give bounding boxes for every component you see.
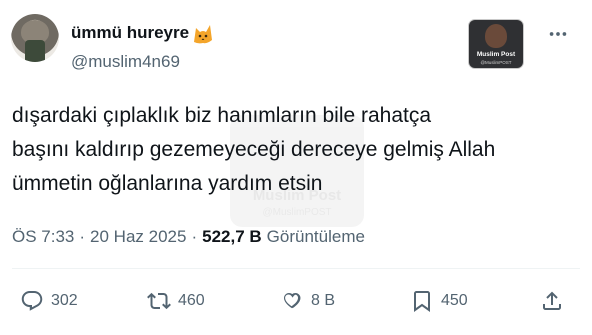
tweet-text-line: dışardaki çıplaklık biz hanımların bile … — [12, 104, 432, 127]
author-name-row[interactable]: ümmü hureyre — [71, 22, 215, 44]
bookmark-button[interactable]: 450 — [410, 287, 468, 315]
retweet-count: 460 — [178, 292, 205, 309]
bookmark-count: 450 — [441, 292, 468, 309]
tweet-text-line: ümmetin oğlanlarına yardım etsin — [12, 172, 323, 195]
watermark-subtitle: @MuslimPOST — [262, 207, 332, 218]
more-options-button[interactable] — [546, 22, 570, 46]
like-button[interactable]: 8 B — [280, 287, 335, 315]
reply-count: 302 — [51, 292, 78, 309]
badge-portrait — [485, 24, 507, 48]
tweet-date[interactable]: 20 Haz 2025 — [90, 227, 186, 247]
more-dots-icon — [549, 32, 567, 36]
tweet-text-line: başını kaldırıp gezemeyeceği dereceye ge… — [12, 138, 496, 161]
retweet-button[interactable]: 460 — [147, 287, 205, 315]
tweet-card: ümmü hureyre @muslim4n69 Muslim Post @Mu… — [0, 0, 592, 335]
tweet-text: dışardaki çıplaklık biz hanımların bile … — [12, 99, 582, 201]
share-button[interactable] — [540, 287, 564, 315]
heart-icon — [283, 293, 301, 309]
badge-subtitle: @MuslimPOST — [480, 60, 512, 65]
bookmark-icon — [414, 291, 430, 312]
avatar-clothing — [25, 40, 45, 62]
share-icon — [543, 291, 561, 310]
author-display-name[interactable]: ümmü hureyre — [71, 23, 189, 43]
like-count: 8 B — [311, 292, 336, 309]
reply-button[interactable]: 302 — [20, 287, 78, 315]
badge-title: Muslim Post — [476, 51, 516, 58]
meta-separator: · — [79, 227, 86, 246]
views-count: 522,7 B — [202, 227, 262, 246]
tweet-time[interactable]: ÖS 7:33 — [12, 227, 74, 247]
divider — [12, 268, 580, 269]
tweet-meta: ÖS 7:33 · 20 Haz 2025 · 522,7 B Görüntül… — [12, 226, 365, 248]
cat-face-icon — [191, 22, 215, 44]
views-label: Görüntüleme — [266, 227, 365, 246]
author-avatar[interactable] — [11, 14, 59, 62]
retweet-icon — [147, 292, 171, 310]
author-handle[interactable]: @muslim4n69 — [71, 52, 180, 72]
reply-icon — [21, 291, 43, 311]
muslim-post-badge: Muslim Post @MuslimPOST — [469, 20, 523, 68]
meta-separator: · — [191, 227, 198, 246]
